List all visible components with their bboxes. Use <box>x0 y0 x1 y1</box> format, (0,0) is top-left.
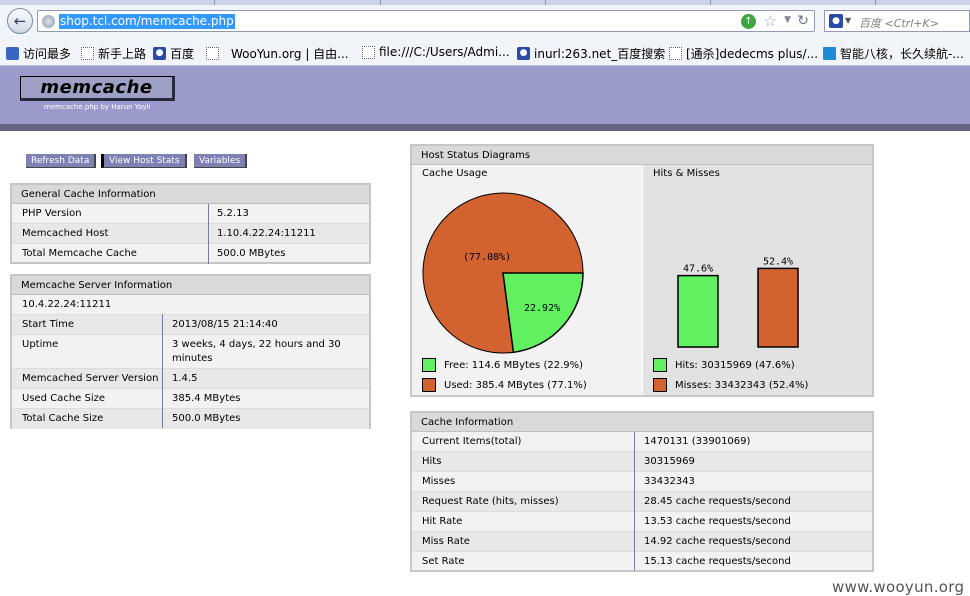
bookmarks-toolbar: 访问最多 新手上路 ● 百度 WooYun.org | 自由... file://… <box>0 40 970 64</box>
table-row: Set Rate 15.13 cache requests/second <box>422 556 791 567</box>
variables-button[interactable]: Variables <box>194 154 248 168</box>
back-arrow-icon: ← <box>13 12 27 30</box>
bar-label-misses: 52.4% <box>763 256 793 267</box>
table-row: Total Cache Size 500.0 MBytes <box>12 409 369 429</box>
used-legend: Used: 385.4 MBytes (77.1%) <box>422 378 587 392</box>
baidu-paw-icon: ● <box>153 47 166 60</box>
hits-legend: Hits: 30315969 (47.6%) <box>653 358 795 372</box>
table-row: Memcached Server Version 1.4.5 <box>12 369 369 389</box>
pie-label-used: (77.08%) <box>463 252 511 263</box>
watermark: www.wooyun.org <box>832 578 965 596</box>
table-row: Hit Rate 13.53 cache requests/second <box>412 512 872 532</box>
refresh-data-button[interactable]: Refresh Data <box>26 154 97 168</box>
bookmark-item[interactable]: 访问最多 <box>6 45 71 62</box>
column-divider <box>208 204 209 264</box>
legend-swatch <box>422 358 436 372</box>
table-row: Uptime 3 weeks, 4 days, 22 hours and 30 m… <box>12 335 369 369</box>
bookmark-item[interactable]: ● 百度 <box>153 45 194 62</box>
bookmark-item[interactable]: WooYun.org | 自由... <box>206 45 349 62</box>
hits-misses-section: Hits & Misses 47.6% 52.4% Hits: 30315969 … <box>642 165 872 395</box>
page-header: memcache memcache.php by Harun Yayli <box>0 66 970 124</box>
cache-usage-section: Cache Usage (77.08%) 22.92% Free: 114.6 M… <box>412 165 642 395</box>
table-row: Hits 30315969 <box>412 452 872 472</box>
address-bar[interactable]: shop.tcl.com/memcache.php ↑ ☆ ▼ ↻ <box>37 10 815 32</box>
bar-misses <box>757 267 799 348</box>
misses-legend: Misses: 33432343 (52.4%) <box>653 378 808 392</box>
table-row: Total Memcache Cache 500.0 MBytes <box>22 248 286 259</box>
page-icon <box>362 45 375 59</box>
pie-label-free: 22.92% <box>524 303 560 314</box>
table-row: Memcached Host 1.10.4.22.24:11211 <box>12 224 369 244</box>
bookmark-item[interactable]: file:///C:/Users/Admi... <box>362 45 510 59</box>
legend-swatch <box>422 378 436 392</box>
column-divider <box>634 432 635 570</box>
bookmark-item[interactable]: 新手上路 <box>81 45 146 62</box>
baidu-paw-icon: ● <box>517 47 530 60</box>
header-divider <box>0 124 970 131</box>
panel-title: Host Status Diagrams <box>412 146 872 165</box>
hits-misses-bar-chart: 47.6% 52.4% <box>677 256 799 348</box>
view-host-stats-button[interactable]: View Host Stats <box>101 154 187 168</box>
hits-misses-title: Hits & Misses <box>653 168 720 179</box>
legend-swatch <box>653 358 667 372</box>
table-row: Request Rate (hits, misses) 28.45 cache r… <box>412 492 872 512</box>
engine-dropdown-icon[interactable]: ▼ <box>845 16 851 25</box>
panel-title: General Cache Information <box>12 185 369 204</box>
magazine-icon <box>823 47 836 60</box>
free-legend: Free: 114.6 MBytes (22.9%) <box>422 358 583 372</box>
globe-icon <box>42 15 55 28</box>
page-icon <box>669 47 682 60</box>
tab-strip[interactable] <box>0 0 970 5</box>
baidu-paw-icon[interactable]: ● <box>829 14 843 28</box>
go-icon[interactable]: ↑ <box>741 14 756 29</box>
server-host-row: 10.4.22.24:11211 <box>12 295 369 315</box>
bookmark-item[interactable]: [通杀]dedecms plus/... <box>669 45 818 62</box>
browser-chrome: ← shop.tcl.com/memcache.php ↑ ☆ ▼ ↻ ● ▼ … <box>0 0 970 66</box>
back-button[interactable]: ← <box>7 8 33 34</box>
general-cache-info-panel: General Cache Information PHP Version 5.2… <box>10 183 371 264</box>
url-text[interactable]: shop.tcl.com/memcache.php <box>59 14 235 29</box>
host-status-panel: Host Status Diagrams Cache Usage (77.08%… <box>410 144 874 397</box>
bookmark-star-icon[interactable]: ☆ <box>764 12 777 30</box>
reload-icon[interactable]: ↻ <box>797 13 809 29</box>
table-row: Misses 33432343 <box>412 472 872 492</box>
table-row: Current Items(total) 1470131 (33901069) <box>412 432 872 452</box>
search-placeholder[interactable]: 百度 <Ctrl+K> <box>859 15 939 31</box>
column-divider <box>162 314 163 428</box>
book-icon <box>6 47 19 60</box>
panel-title: Cache Information <box>412 413 872 432</box>
table-row: Miss Rate 14.92 cache requests/second <box>412 532 872 552</box>
table-row: Used Cache Size 385.4 MBytes <box>12 389 369 409</box>
memcache-logo: memcache <box>20 76 175 101</box>
bar-label-hits: 47.6% <box>683 264 713 275</box>
logo-subtitle: memcache.php by Harun Yayli <box>44 103 151 111</box>
bookmark-item[interactable]: 智能八核，长久续航-... <box>823 45 964 62</box>
cache-info-panel: Cache Information Current Items(total) 14… <box>410 411 874 572</box>
cache-usage-pie-chart: (77.08%) 22.92% <box>422 192 584 354</box>
server-info-panel: Memcache Server Information 10.4.22.24:1… <box>10 274 371 429</box>
table-row: Start Time 2013/08/15 21:14:40 <box>12 315 369 335</box>
bar-hits <box>677 274 719 348</box>
page-icon <box>206 47 219 60</box>
legend-swatch <box>653 378 667 392</box>
table-row: PHP Version 5.2.13 <box>12 204 369 224</box>
page-icon <box>81 47 94 60</box>
bookmark-item[interactable]: ● inurl:263.net_百度搜索 <box>517 45 665 62</box>
search-bar[interactable]: ● ▼ 百度 <Ctrl+K> <box>824 10 970 32</box>
history-dropdown-icon[interactable]: ▼ <box>784 15 791 25</box>
cache-usage-title: Cache Usage <box>422 168 488 179</box>
panel-title: Memcache Server Information <box>12 276 369 295</box>
